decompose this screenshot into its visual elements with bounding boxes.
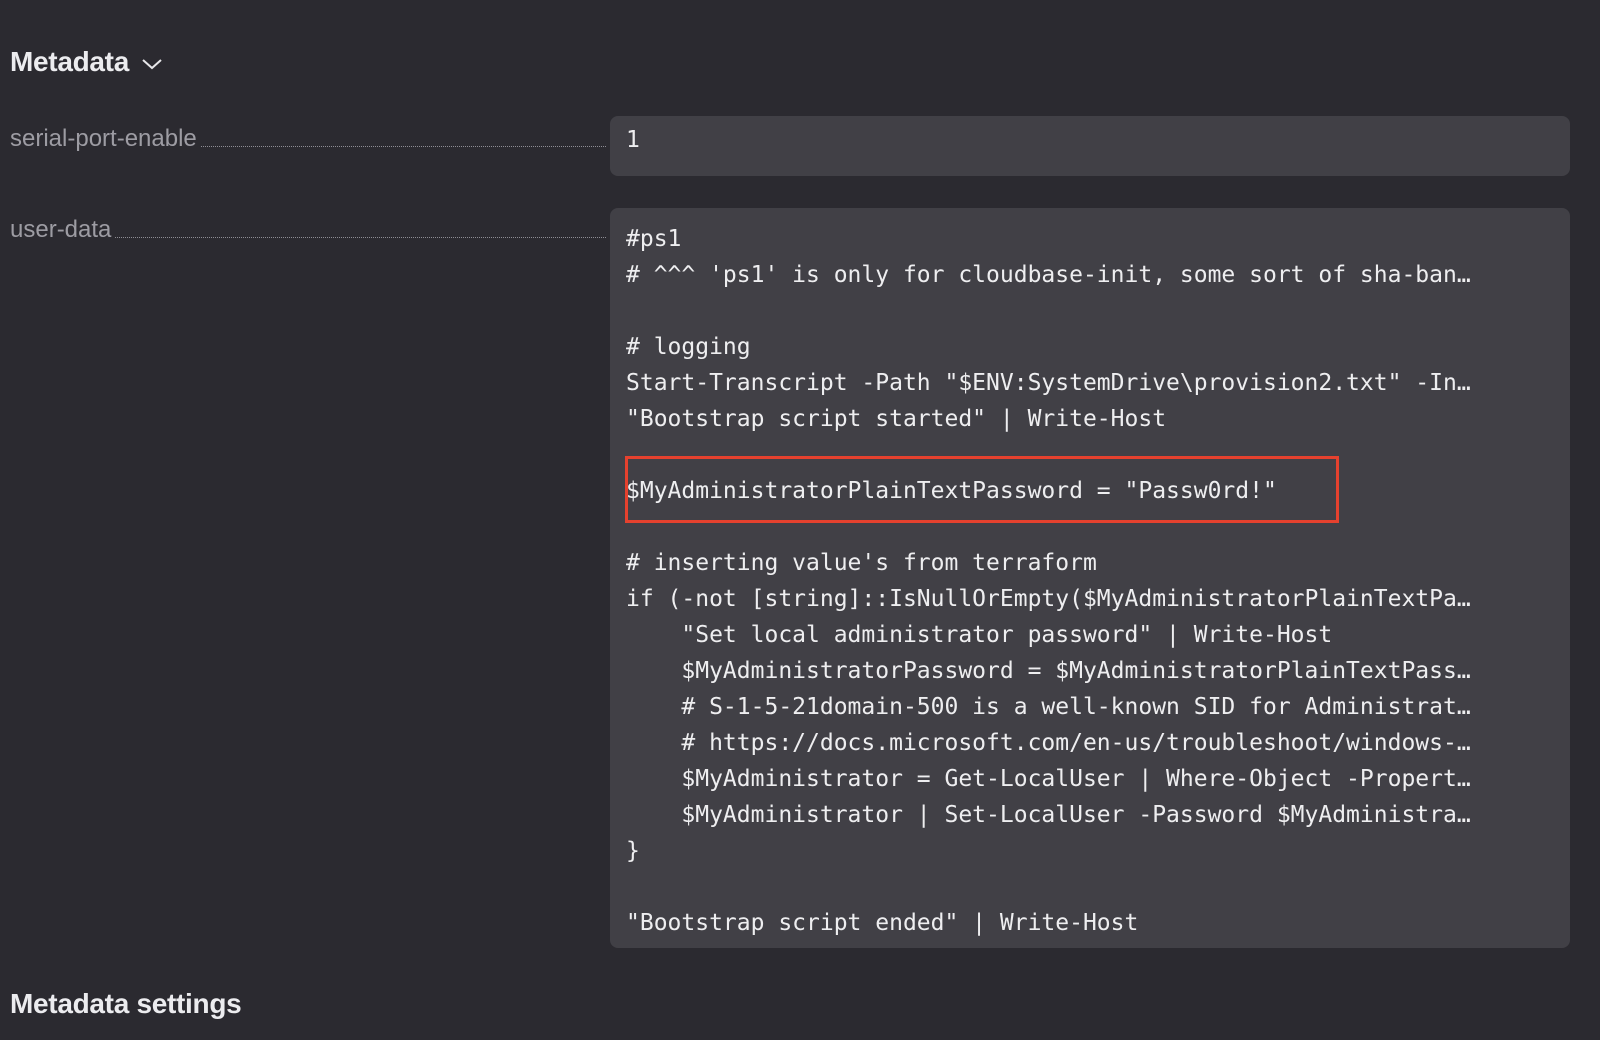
dotted-leader [200, 145, 606, 147]
chevron-down-icon[interactable] [141, 57, 163, 71]
code-line: # ^^^ 'ps1' is only for cloudbase-init, … [626, 262, 1471, 288]
code-line: # S-1-5-21domain-500 is a well-known SID… [626, 694, 1471, 720]
code-line: # https://docs.microsoft.com/en-us/troub… [626, 730, 1471, 756]
serial-port-enable-label: serial-port-enable [10, 125, 197, 152]
serial-port-enable-label-row: serial-port-enable [10, 125, 606, 153]
code-line: $MyAdministrator | Set-LocalUser -Passwo… [626, 802, 1471, 828]
metadata-title: Metadata [10, 46, 129, 77]
code-line: } [626, 838, 640, 864]
user-data-label-row: user-data [10, 216, 606, 244]
serial-port-enable-value-text: 1 [626, 127, 640, 153]
code-line: $MyAdministratorPassword = $MyAdministra… [626, 658, 1471, 684]
code-line: # logging [626, 334, 751, 360]
user-data-label: user-data [10, 216, 112, 243]
code-line: # inserting value's from terraform [626, 550, 1097, 576]
code-line: $MyAdministrator = Get-LocalUser | Where… [626, 766, 1471, 792]
code-line: #ps1 [626, 226, 682, 252]
code-line: "Set local administrator password" | Wri… [626, 622, 1333, 648]
dotted-leader [115, 236, 606, 238]
code-line: if (-not [string]::IsNullOrEmpty($MyAdmi… [626, 586, 1471, 612]
code-line: "Bootstrap script started" | Write-Host [626, 406, 1167, 432]
code-line: "Bootstrap script ended" | Write-Host [626, 910, 1139, 936]
code-line: Start-Transcript -Path "$ENV:SystemDrive… [626, 370, 1471, 396]
password-code-line: $MyAdministratorPlainTextPassword = "Pas… [626, 478, 1277, 504]
metadata-section-header[interactable]: Metadata [10, 46, 163, 78]
metadata-settings-title: Metadata settings [10, 988, 242, 1019]
serial-port-enable-value[interactable]: 1 [610, 116, 1570, 176]
user-data-value[interactable]: #ps1 # ^^^ 'ps1' is only for cloudbase-i… [610, 208, 1570, 948]
